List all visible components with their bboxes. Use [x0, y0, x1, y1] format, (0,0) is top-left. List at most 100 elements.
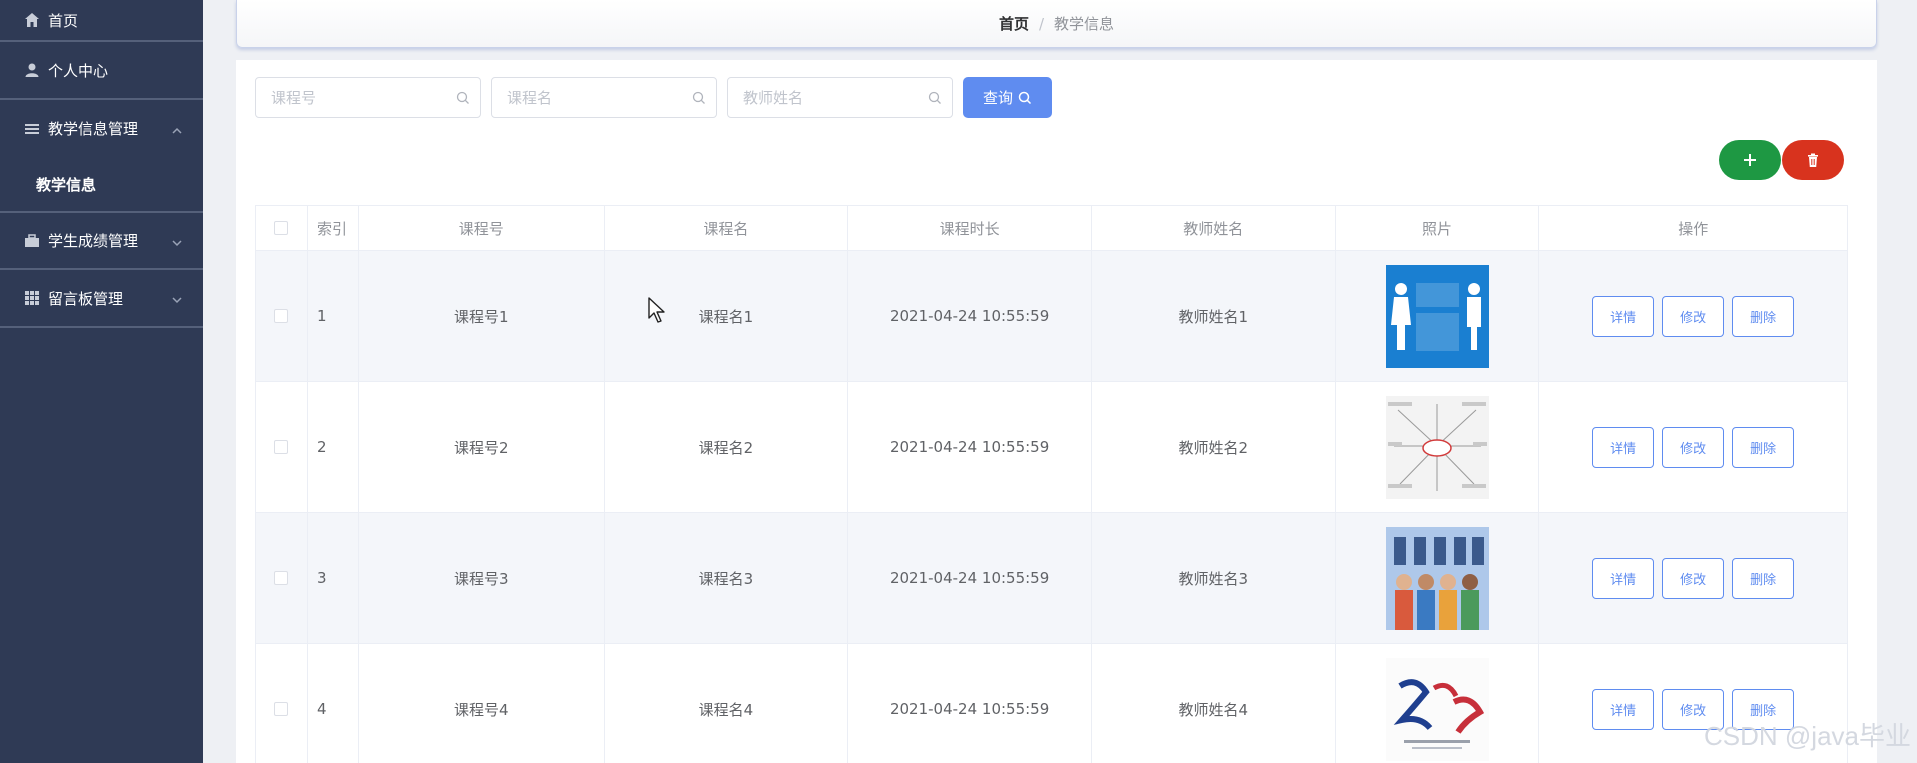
course-photo	[1385, 657, 1489, 761]
index-cell: 4	[308, 644, 359, 763]
course-no-cell: 课程号2	[359, 382, 605, 512]
search-icon	[1018, 91, 1032, 104]
row-select-cell	[256, 513, 308, 643]
breadcrumb: 首页 / 教学信息	[236, 0, 1877, 48]
sidebar-item-label: 教学信息管理	[48, 120, 139, 138]
trash-icon	[1808, 153, 1818, 167]
home-icon	[22, 10, 42, 30]
course-name-cell: 课程名1	[605, 251, 849, 381]
header-index: 索引	[308, 206, 359, 250]
row-checkbox[interactable]	[274, 440, 289, 454]
table-row: 3 课程号3 课程名3 2021-04-24 10:55:59 教师姓名3 详情…	[256, 513, 1847, 644]
actions-cell: 详情 修改 删除	[1539, 513, 1847, 643]
chevron-down-icon	[171, 292, 183, 304]
actions-cell: 详情 修改 删除	[1539, 251, 1847, 381]
index-cell: 3	[308, 513, 359, 643]
edit-button[interactable]: 修改	[1662, 295, 1725, 337]
chevron-up-icon	[171, 123, 183, 135]
course-no-cell: 课程号3	[359, 513, 605, 643]
table-header-row: 索引 课程号 课程名 课程时长 教师姓名 照片 操作	[256, 206, 1847, 251]
query-button-label: 查询	[982, 89, 1013, 107]
user-icon	[22, 60, 42, 80]
delete-button[interactable]: 删除	[1732, 295, 1795, 337]
header-course-duration: 课程时长	[848, 206, 1092, 250]
course-no-search-input[interactable]: 课程号	[255, 77, 481, 118]
row-checkbox[interactable]	[274, 702, 289, 716]
delete-button[interactable]: 删除	[1732, 557, 1795, 599]
teacher-name-cell: 教师姓名4	[1092, 644, 1336, 763]
batch-delete-button[interactable]	[1782, 140, 1844, 180]
header-course-name: 课程名	[605, 206, 849, 250]
header-photo: 照片	[1336, 206, 1540, 250]
grid-icon	[22, 288, 42, 308]
actions-cell: 详情 修改 删除	[1539, 382, 1847, 512]
breadcrumb-current: 教学信息	[1054, 15, 1115, 33]
detail-button[interactable]: 详情	[1592, 688, 1655, 730]
sidebar-subitem-teaching-info[interactable]: 教学信息	[0, 157, 203, 213]
chevron-down-icon	[171, 235, 183, 247]
table-row: 4 课程号4 课程名4 2021-04-24 10:55:59 教师姓名4 详情…	[256, 644, 1847, 763]
teacher-name-cell: 教师姓名3	[1092, 513, 1336, 643]
header-course-no: 课程号	[359, 206, 605, 250]
edit-button[interactable]: 修改	[1662, 557, 1725, 599]
detail-button[interactable]: 详情	[1592, 295, 1655, 337]
row-select-cell	[256, 644, 308, 763]
course-photo	[1385, 526, 1489, 630]
teacher-name-cell: 教师姓名1	[1092, 251, 1336, 381]
sidebar-item-label: 学生成绩管理	[48, 232, 139, 250]
duration-cell: 2021-04-24 10:55:59	[848, 251, 1092, 381]
breadcrumb-home[interactable]: 首页	[999, 13, 1029, 34]
duration-cell: 2021-04-24 10:55:59	[848, 513, 1092, 643]
row-checkbox[interactable]	[274, 309, 289, 323]
edit-button[interactable]: 修改	[1662, 426, 1725, 468]
delete-button[interactable]: 删除	[1732, 426, 1795, 468]
duration-cell: 2021-04-24 10:55:59	[848, 382, 1092, 512]
sidebar-item-student-grades-management[interactable]: 学生成绩管理	[0, 213, 203, 270]
course-no-placeholder: 课程号	[271, 89, 317, 107]
sidebar-item-label: 留言板管理	[48, 289, 124, 308]
course-name-cell: 课程名4	[605, 644, 849, 763]
sidebar-item-home[interactable]: 首页	[0, 0, 203, 42]
header-select-cell	[256, 206, 308, 250]
add-button[interactable]	[1719, 140, 1781, 180]
query-button[interactable]: 查询	[963, 77, 1052, 118]
photo-cell	[1336, 382, 1540, 512]
row-checkbox[interactable]	[274, 571, 289, 585]
sidebar-item-teaching-info-management[interactable]: 教学信息管理	[0, 100, 203, 157]
course-photo	[1385, 264, 1489, 368]
detail-button[interactable]: 详情	[1592, 426, 1655, 468]
search-icon	[692, 91, 706, 105]
table-row: 1 课程号1 课程名1 2021-04-24 10:55:59 教师姓名1 详情…	[256, 251, 1847, 382]
content-panel: 课程号 课程名 教师姓名 查询 索引 课程号 课程名 课程时长 教师姓名 照片 …	[236, 60, 1877, 763]
sidebar-item-label: 个人中心	[48, 61, 109, 80]
sidebar-item-message-board-management[interactable]: 留言板管理	[0, 270, 203, 328]
sidebar-item-label: 首页	[48, 11, 79, 30]
course-table: 索引 课程号 课程名 课程时长 教师姓名 照片 操作 1 课程号1 课程名1 2…	[255, 205, 1848, 763]
course-no-cell: 课程号1	[359, 251, 605, 381]
select-all-checkbox[interactable]	[274, 221, 289, 235]
mouse-cursor-icon	[647, 296, 669, 328]
header-actions: 操作	[1678, 219, 1709, 238]
course-name-search-input[interactable]: 课程名	[491, 77, 717, 118]
menu-icon	[22, 119, 42, 139]
row-select-cell	[256, 251, 308, 381]
plus-icon	[1744, 154, 1756, 166]
breadcrumb-separator: /	[1038, 14, 1045, 33]
photo-cell	[1336, 251, 1540, 381]
course-photo	[1385, 395, 1489, 499]
course-name-cell: 课程名3	[605, 513, 849, 643]
search-icon	[456, 91, 470, 105]
index-cell: 2	[308, 382, 359, 512]
sidebar-item-personal-center[interactable]: 个人中心	[0, 42, 203, 100]
teacher-name-cell: 教师姓名2	[1092, 382, 1336, 512]
teacher-name-placeholder: 教师姓名	[743, 89, 804, 107]
row-select-cell	[256, 382, 308, 512]
detail-button[interactable]: 详情	[1592, 557, 1655, 599]
watermark: CSDN @java毕业	[1704, 721, 1911, 751]
duration-cell: 2021-04-24 10:55:59	[848, 644, 1092, 763]
sidebar: 首页 个人中心 教学信息管理 教学信息 学生成绩管理 留言板管理	[0, 0, 203, 763]
index-cell: 1	[308, 251, 359, 381]
table-row: 2 课程号2 课程名2 2021-04-24 10:55:59 教师姓名2 详情…	[256, 382, 1847, 513]
main-area: 首页 / 教学信息 课程号 课程名 教师姓名 查询 索引 课程号 课程名 课程时…	[203, 0, 1917, 763]
teacher-name-search-input[interactable]: 教师姓名	[727, 77, 953, 118]
